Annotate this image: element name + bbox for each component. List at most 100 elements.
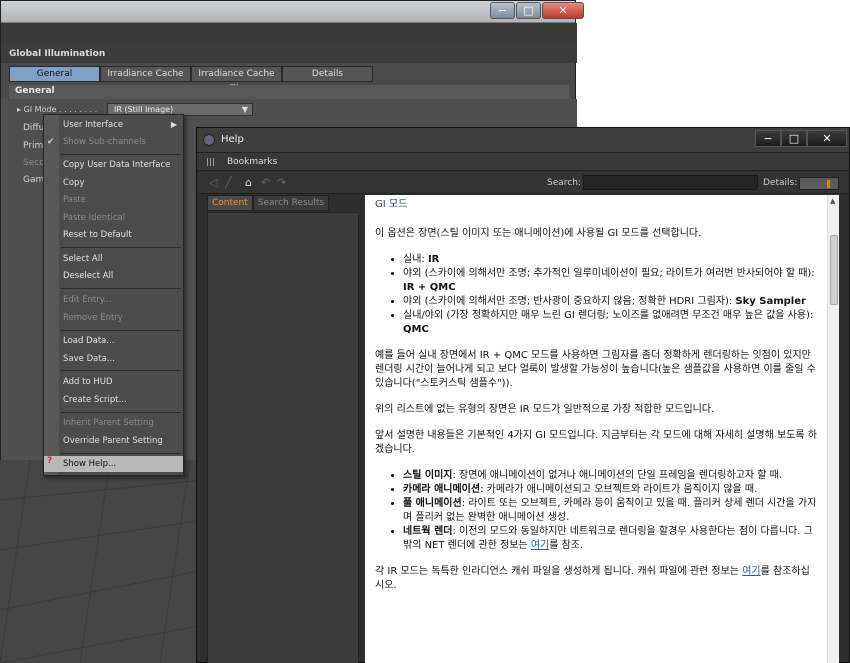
panel-title: Global Illumination [1, 45, 577, 63]
minimize-button[interactable]: − [755, 130, 781, 147]
details-slider[interactable] [799, 177, 839, 190]
tab-irradiance-cache[interactable]: Irradiance Cache [100, 66, 191, 82]
help-sidebar: Content Search Results [207, 195, 361, 663]
menu-item-show-sub-channels[interactable]: ✔ Show Sub-channels [44, 134, 183, 150]
menu-item-label: Reset to Default [63, 230, 132, 240]
list-item-text: 를 참조. [549, 540, 584, 551]
menu-item-select-all[interactable]: Select All [44, 251, 183, 267]
prop-label-secondary: Seco [23, 158, 45, 168]
back-arrow-icon[interactable]: ◁ [209, 176, 217, 189]
gi-mode-label: ▸ GI Mode . . . . . . . . [17, 105, 98, 114]
help-question-icon: ? [47, 456, 53, 466]
prop-label-gamma: Gam [23, 175, 45, 185]
menu-item-remove-entry[interactable]: Remove Entry [44, 310, 183, 326]
bookmarks-bar: Bookmarks [197, 153, 849, 171]
home-icon[interactable]: ⌂ [245, 176, 252, 189]
menu-separator [61, 412, 181, 413]
scrollbar-thumb[interactable] [830, 235, 838, 305]
maximize-button[interactable]: □ [781, 130, 807, 147]
viewport-floor [0, 460, 204, 663]
list-item-bold: IR + QMC [403, 282, 456, 293]
menu-item-reset-to-default[interactable]: Reset to Default [44, 227, 183, 243]
menu-item-paste[interactable]: Paste [44, 192, 183, 208]
menu-item-copy[interactable]: Copy [44, 175, 183, 191]
tab-content[interactable]: Content [207, 195, 253, 211]
back-window-titlebar: − □ ✕ [1, 1, 584, 23]
list-item: 실내/야외 (가장 정확하지만 매우 느린 GI 렌더링; 노이즈를 없애려면 … [403, 309, 817, 337]
menu-item-edit-entry[interactable]: Edit Entry... [44, 292, 183, 308]
list-item-text: 야외 (스카이에 의해서만 조명; 반사광이 중요하지 않음; 정확한 HDRI… [403, 296, 736, 307]
menu-item-label: Save Data... [63, 354, 115, 364]
menu-item-override-parent-setting[interactable]: Override Parent Setting [44, 433, 183, 449]
section-header: General [9, 85, 569, 99]
menu-item-label: Deselect All [63, 271, 114, 281]
doc-heading: GI 모드 [375, 199, 408, 210]
next-page-icon[interactable]: ↷ [277, 176, 286, 189]
list-item: 네트웍 렌더: 이전의 모드와 동일하지만 네트워크로 렌더링을 할경우 사용한… [403, 525, 817, 553]
list-item-bold: Sky Sampler [735, 296, 806, 307]
menu-item-label: Edit Entry... [63, 295, 112, 305]
sidebar-tabs: Content Search Results [207, 195, 361, 211]
tab-details[interactable]: Details [282, 66, 373, 82]
back-toolbar-strip [1, 23, 577, 45]
menu-item-label: Paste [63, 195, 86, 205]
help-document: GI 모드 이 옵션은 장면(스틸 이미지 또는 애니메이션)에 사용될 GI … [365, 195, 825, 593]
bookmarks-menu[interactable]: Bookmarks [227, 157, 277, 167]
minimize-button[interactable]: − [490, 2, 515, 19]
tab-search-results[interactable]: Search Results [252, 195, 330, 211]
list-item-bold: 네트웍 렌더 [403, 526, 453, 537]
menu-item-paste-identical[interactable]: Paste Identical [44, 210, 183, 226]
chevron-down-icon: ▼ [241, 105, 248, 114]
search-input[interactable] [583, 175, 758, 190]
content-tree[interactable] [207, 212, 359, 663]
menu-separator [61, 288, 181, 289]
cache-file-link[interactable]: 여기 [742, 566, 760, 577]
list-item-text: : 라이트 또는 오브젝트, 카메라 등이 움직이고 있을 때. 플리커 상세 … [403, 498, 817, 523]
menu-item-label: Copy User Data Interface [63, 160, 171, 170]
net-render-link[interactable]: 여기 [531, 540, 549, 551]
list-item-bold: QMC [403, 324, 429, 335]
vertical-scrollbar[interactable]: ▲ [827, 195, 839, 663]
menu-separator [61, 154, 181, 155]
menu-item-label: Inherit Parent Setting [63, 418, 154, 428]
forward-arrow-icon[interactable]: ╱ [225, 176, 232, 189]
close-button[interactable]: ✕ [807, 130, 847, 147]
list-item: 스틸 이미지: 장면에 애니메이션이 없거나 애니메이션의 단일 프레임을 렌더… [403, 469, 817, 483]
doc-paragraph: 예를 들어 실내 장면에서 IR + QMC 모드를 사용하면 그림자를 좀더 … [375, 350, 816, 389]
help-window-title: Help [221, 134, 244, 145]
search-label: Search: [547, 178, 581, 188]
menu-separator [61, 370, 181, 371]
menu-item-label: Show Help... [63, 459, 117, 469]
menu-item-add-to-hud[interactable]: Add to HUD [44, 374, 183, 390]
menu-item-save-data[interactable]: Save Data... [44, 351, 183, 367]
menu-item-show-help[interactable]: ? Show Help... [44, 456, 183, 472]
menu-item-user-interface[interactable]: User Interface ▶ [44, 117, 183, 133]
slider-handle[interactable] [827, 180, 830, 188]
menu-item-load-data[interactable]: Load Data... [44, 333, 183, 349]
previous-page-icon[interactable]: ↶ [261, 176, 270, 189]
menu-item-label: User Interface [63, 120, 124, 130]
mode-detail-list: 스틸 이미지: 장면에 애니메이션이 없거나 애니메이션의 단일 프레임을 렌더… [375, 469, 817, 553]
prop-label-primary: Prim [23, 141, 44, 151]
menu-item-create-script[interactable]: Create Script... [44, 392, 183, 408]
list-item-bold: IR [427, 254, 440, 265]
tab-general[interactable]: General [9, 66, 100, 82]
list-item-text: : 장면에 애니메이션이 없거나 애니메이션의 단일 프레임을 렌더링하고자 할… [452, 470, 783, 481]
tab-irradiance-cache-file[interactable]: Irradiance Cache File [191, 66, 282, 94]
maximize-button[interactable]: □ [516, 2, 541, 19]
menu-item-inherit-parent-setting[interactable]: Inherit Parent Setting [44, 415, 183, 431]
scroll-up-icon[interactable]: ▲ [830, 197, 835, 205]
list-item-text: 실내: [403, 254, 428, 265]
app-logo-icon [203, 134, 215, 146]
list-item: 야외 (스카이에 의해서만 조명; 반사광이 중요하지 않음; 정확한 HDRI… [403, 295, 817, 309]
gi-tab-bar: General Irradiance Cache Irradiance Cach… [9, 66, 373, 94]
list-item: 야외 (스카이에 의해서만 조명; 추가적인 일루미네이션이 필요; 라이트가 … [403, 267, 817, 295]
help-titlebar: Help − □ ✕ [197, 128, 849, 153]
close-button[interactable]: ✕ [542, 2, 584, 19]
menu-separator [61, 330, 181, 331]
submenu-arrow-icon: ▶ [170, 120, 177, 129]
menu-item-deselect-all[interactable]: Deselect All [44, 268, 183, 284]
doc-paragraph: 위의 리스트에 없는 유형의 장면은 IR 모드가 일반적으로 가장 적합한 모… [375, 404, 715, 415]
list-item-bold: 스틸 이미지 [403, 470, 453, 481]
menu-item-copy-user-data-interface[interactable]: Copy User Data Interface [44, 157, 183, 173]
